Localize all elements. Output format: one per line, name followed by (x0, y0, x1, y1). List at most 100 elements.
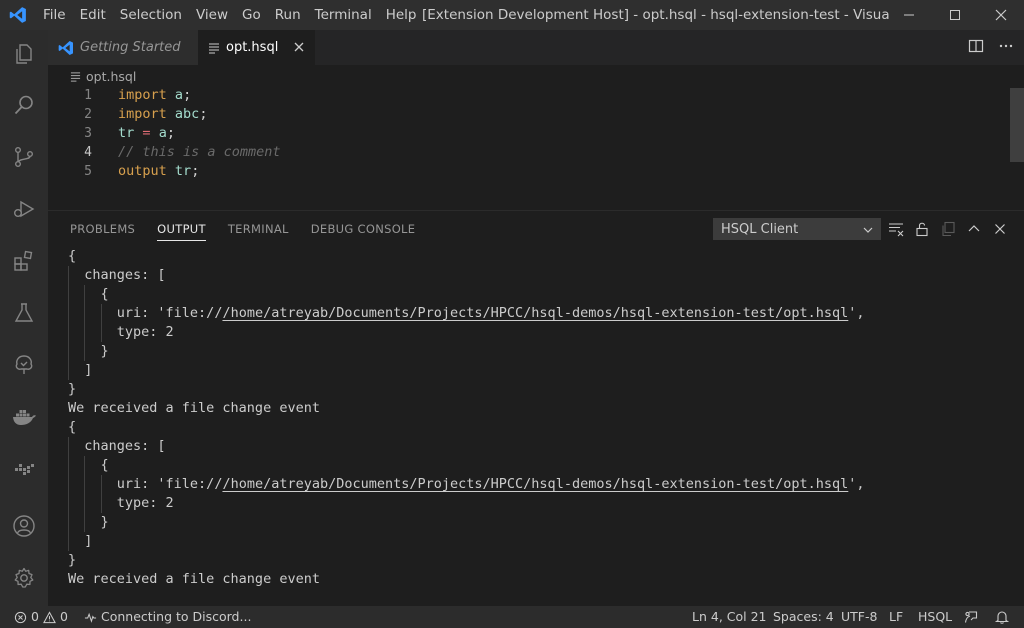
code-token: a (158, 125, 167, 141)
maximize-button[interactable] (932, 0, 978, 30)
file-path-link[interactable]: /home/atreyab/Documents/Projects/HPCC/hs… (222, 476, 848, 492)
code-token: ; (183, 87, 192, 103)
panel-tab-output[interactable]: OUTPUT (146, 211, 217, 247)
cursor-position[interactable]: Ln 4, Col 21 (692, 606, 767, 628)
code-line[interactable]: 1 import a; (48, 86, 1008, 105)
indent-guide (68, 494, 69, 513)
tree-icon (15, 355, 33, 374)
open-log-button[interactable] (940, 221, 956, 237)
indent-guide (84, 342, 85, 361)
minimize-button[interactable] (886, 0, 932, 30)
line-number: 5 (84, 164, 92, 179)
explorer-button[interactable] (0, 30, 48, 78)
code-token: import (118, 106, 167, 122)
output-text: type: 2 (116, 324, 174, 340)
minimize-icon (904, 14, 914, 16)
panel-tab-debug-console[interactable]: DEBUG CONSOLE (300, 211, 427, 247)
indent-guide (84, 304, 85, 323)
output-line: } (68, 551, 76, 570)
output-line: { (68, 247, 76, 266)
split-editor-button[interactable] (968, 38, 984, 58)
code-token: ; (191, 163, 200, 179)
output-line: { (68, 285, 109, 304)
files-icon (16, 44, 32, 64)
maximize-panel-button[interactable] (966, 221, 982, 237)
code-token: tr (118, 125, 135, 141)
output-view[interactable]: { changes: [ { uri: 'file:///home/atreya… (68, 247, 1008, 607)
search-button[interactable] (0, 81, 48, 129)
panel-tab-terminal[interactable]: TERMINAL (217, 211, 300, 247)
indent-guide (68, 513, 69, 532)
code-line[interactable]: 3 tr = a; (48, 124, 1008, 143)
menu-help[interactable]: Help (379, 0, 424, 30)
indentation-status[interactable]: Spaces: 4 (773, 606, 834, 628)
clear-output-button[interactable] (888, 221, 904, 237)
close-window-button[interactable] (978, 0, 1024, 30)
output-text: changes: [ (84, 267, 166, 283)
line-number: 3 (84, 126, 92, 141)
source-control-button[interactable] (0, 133, 48, 181)
code-line[interactable]: 4 // this is a comment (48, 143, 1008, 162)
menu-selection[interactable]: Selection (113, 0, 189, 30)
selected-channel: HSQL Client (721, 222, 799, 237)
menu-run[interactable]: Run (268, 0, 308, 30)
docker-button[interactable] (0, 393, 48, 441)
file-path-link[interactable]: /home/atreyab/Documents/Projects/HPCC/hs… (222, 305, 848, 321)
tab-opt-hsql[interactable]: opt.hsql (198, 30, 315, 65)
lock-scroll-button[interactable] (914, 221, 930, 237)
menu-terminal[interactable]: Terminal (308, 0, 379, 30)
indent-guide (68, 323, 69, 342)
tab-getting-started[interactable]: Getting Started (48, 30, 198, 65)
code-line[interactable]: 5 output tr; (48, 162, 1008, 181)
editor-scrollbar[interactable] (1010, 88, 1024, 162)
menu-go[interactable]: Go (235, 0, 268, 30)
feedback-icon (964, 611, 978, 623)
eol-status[interactable]: LF (889, 606, 903, 628)
notifications-button[interactable] (995, 606, 1009, 628)
indent-guide (68, 475, 69, 494)
panel-tab-problems[interactable]: PROBLEMS (48, 211, 146, 247)
output-line: We received a file change event (68, 570, 320, 589)
output-text: changes: [ (84, 438, 166, 454)
editor-actions (968, 30, 1014, 65)
close-panel-button[interactable] (992, 221, 1008, 237)
output-line: changes: [ (68, 266, 166, 285)
vscode-logo-icon (58, 40, 74, 56)
menu-view[interactable]: View (189, 0, 235, 30)
output-line: ] (68, 361, 92, 380)
indent-guide (68, 266, 69, 285)
encoding-status[interactable]: UTF-8 (841, 606, 877, 628)
code-line[interactable]: 2 import abc; (48, 105, 1008, 124)
output-text: } (68, 552, 77, 568)
output-channel-select[interactable]: HSQL Client (713, 218, 881, 240)
code-editor[interactable]: 1 import a; 2 import abc; 3 tr = a; 4 // this i… (48, 86, 1024, 210)
testing-button[interactable] (0, 289, 48, 337)
output-text: { (68, 248, 77, 264)
more-actions-button[interactable] (998, 38, 1014, 58)
language-mode[interactable]: HSQL (918, 606, 952, 628)
accounts-button[interactable] (0, 502, 48, 550)
title-bar: File Edit Selection View Go Run Terminal Help [… (0, 0, 1024, 30)
menu-edit[interactable]: Edit (73, 0, 113, 30)
manage-button[interactable] (0, 554, 48, 602)
problems-status[interactable]: 0 0 (14, 606, 68, 628)
menu-file[interactable]: File (36, 0, 73, 30)
live-share-button[interactable] (0, 445, 48, 493)
output-text: ] (84, 533, 93, 549)
breadcrumb[interactable]: opt.hsql (70, 66, 136, 86)
extensions-button[interactable] (0, 237, 48, 285)
discord-status[interactable]: Connecting to Discord... (84, 606, 251, 628)
run-debug-button[interactable] (0, 185, 48, 233)
feedback-button[interactable] (964, 606, 978, 628)
close-icon (995, 224, 1005, 234)
file-lines-icon (70, 71, 81, 82)
unlock-icon (916, 222, 928, 237)
tree-button[interactable] (0, 341, 48, 389)
close-tab-button[interactable] (291, 39, 307, 55)
code-token: tr (174, 163, 192, 179)
